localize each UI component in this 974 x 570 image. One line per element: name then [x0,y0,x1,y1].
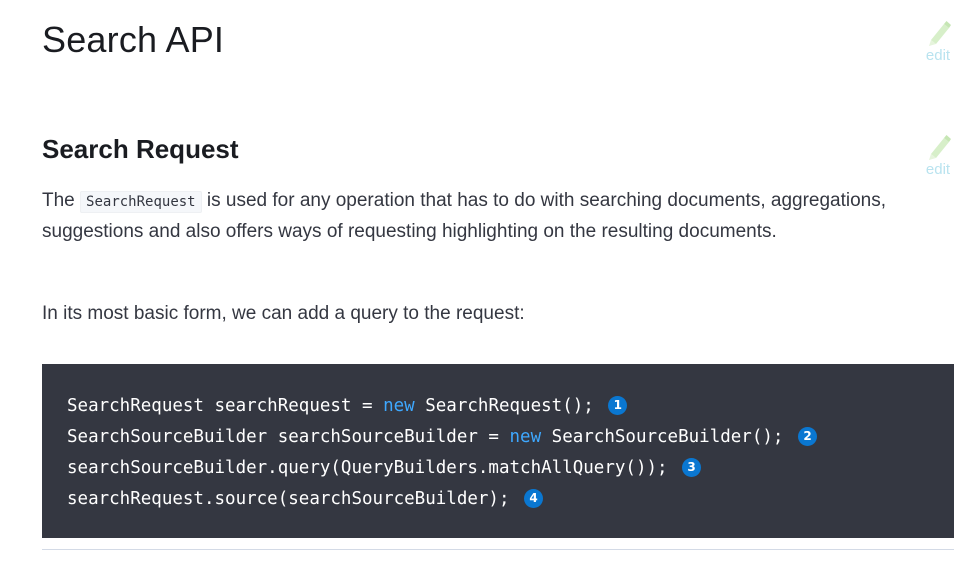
callout-badge[interactable]: 2 [798,427,817,446]
description-paragraph: The SearchRequest is used for any operat… [42,186,912,247]
edit-section-link[interactable]: edit [918,132,958,177]
code-line: SearchSourceBuilder searchSourceBuilder … [67,422,929,453]
code-block: SearchRequest searchRequest = new Search… [42,364,954,538]
code-text: SearchRequest(); [414,396,594,416]
code-keyword: new [509,427,542,447]
edit-label: edit [925,161,951,178]
code-text: searchSourceBuilder.query(QueryBuilders.… [67,458,668,478]
inline-code: SearchRequest [80,191,202,213]
code-text: searchRequest.source(searchSourceBuilder… [67,489,510,509]
callout-badge[interactable]: 3 [682,458,702,477]
divider [42,549,954,550]
code-line: searchRequest.source(searchSourceBuilder… [67,484,929,515]
pencil-icon [929,135,951,160]
edit-page-link[interactable]: edit [918,18,958,63]
code-text: SearchSourceBuilder(); [541,427,784,447]
section-title: Search Request [42,134,239,164]
intro-paragraph: In its most basic form, we can add a que… [42,303,525,324]
callout-badge[interactable]: 4 [524,489,544,508]
code-line: searchSourceBuilder.query(QueryBuilders.… [67,453,929,484]
pencil-icon [929,21,951,46]
edit-label: edit [925,47,951,64]
code-text: SearchRequest searchRequest = [67,396,384,416]
callout-badge[interactable]: 1 [608,396,628,415]
paragraph-text: The [42,190,75,211]
code-text: SearchSourceBuilder searchSourceBuilder … [67,427,510,447]
code-keyword: new [383,396,415,416]
page-title: Search API [42,19,225,60]
code-line: SearchRequest searchRequest = new Search… [67,391,929,422]
